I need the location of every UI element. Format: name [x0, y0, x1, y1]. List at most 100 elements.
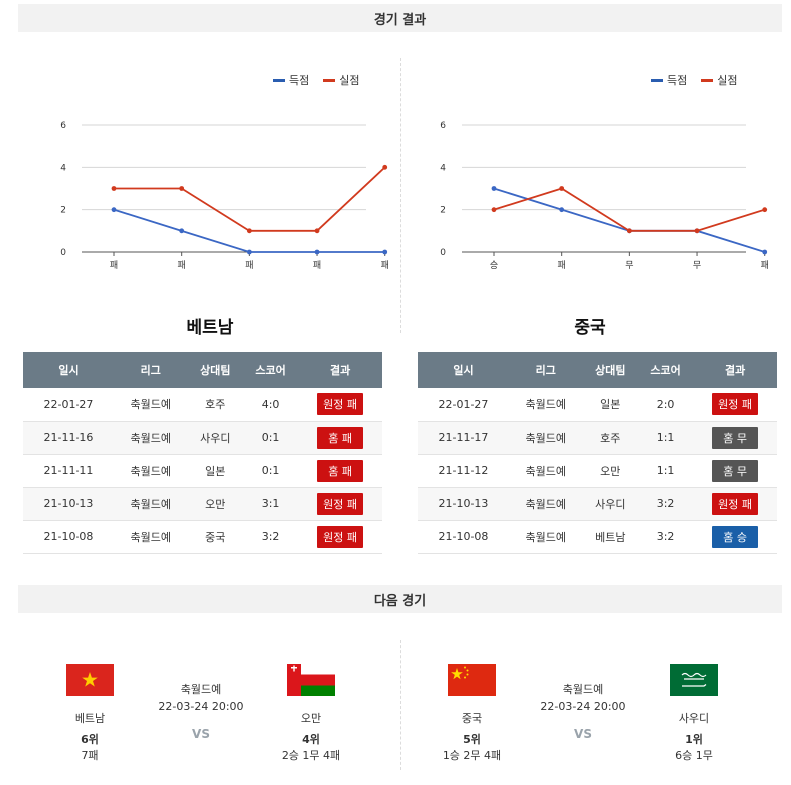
- china-flag-icon: [448, 664, 496, 696]
- data-point[interactable]: [111, 207, 117, 213]
- col-score: 스코어: [242, 352, 299, 388]
- match-league: 축월드예: [562, 683, 604, 696]
- team-rank: 1위: [685, 733, 703, 746]
- cell-score: 3:2: [637, 520, 694, 554]
- data-point[interactable]: [246, 228, 252, 234]
- x-tick-label: 패: [381, 260, 389, 271]
- table-row[interactable]: 21-10-13 축월드예 오만 3:1 원정 패: [23, 487, 382, 521]
- cell-result: 원정 패: [298, 487, 382, 521]
- table-row[interactable]: 21-10-08 축월드예 베트남 3:2 홈 승: [418, 520, 777, 554]
- data-point[interactable]: [111, 186, 117, 191]
- table-row[interactable]: 21-11-17 축월드예 호주 1:1 홈 무: [418, 421, 777, 455]
- table-row[interactable]: 22-01-27 축월드예 일본 2:0 원정 패: [418, 388, 777, 422]
- table-header-row: 일시 리그 상대팀 스코어 결과: [418, 352, 777, 388]
- table-row[interactable]: 21-11-16 축월드예 사우디 0:1 홈 패: [23, 421, 382, 455]
- table-row[interactable]: 21-11-12 축월드예 오만 1:1 홈 무: [418, 454, 777, 488]
- cell-opponent: 사우디: [187, 421, 243, 455]
- data-point[interactable]: [762, 207, 768, 213]
- table-row[interactable]: 21-10-13 축월드예 사우디 3:2 원정 패: [418, 487, 777, 521]
- cell-opponent: 호주: [582, 421, 638, 455]
- x-tick-label: 패: [178, 260, 186, 271]
- team-card-away[interactable]: 오만 4위 2승 1무 4패: [266, 664, 356, 763]
- col-opponent: 상대팀: [582, 352, 638, 388]
- cell-result: 원정 패: [298, 520, 382, 554]
- y-tick-label: 0: [60, 248, 66, 258]
- cell-result: 홈 무: [693, 421, 777, 455]
- data-point[interactable]: [626, 228, 632, 234]
- data-point[interactable]: [491, 207, 497, 213]
- cell-result: 원정 패: [693, 388, 777, 422]
- result-badge: 홈 패: [317, 459, 364, 482]
- cell-result: 원정 패: [298, 388, 382, 422]
- y-tick-label: 4: [440, 163, 446, 173]
- data-point[interactable]: [559, 186, 565, 191]
- results-table-vietnam: 일시 리그 상대팀 스코어 결과 22-01-27 축월드예 호주 4:0 원정 패 21…: [23, 352, 382, 554]
- legend-scored: 득점: [651, 72, 687, 88]
- cell-opponent: 사우디: [582, 487, 638, 521]
- cell-opponent: 오만: [582, 454, 638, 488]
- cell-date: 21-11-11: [23, 454, 114, 488]
- cell-date: 22-01-27: [23, 388, 114, 422]
- series-line-scored: [493, 187, 765, 253]
- results-table-china: 일시 리그 상대팀 스코어 결과 22-01-27 축월드예 일본 2:0 원정 패 21…: [418, 352, 777, 554]
- result-badge: 홈 무: [712, 459, 759, 482]
- team-name: 오만: [300, 712, 322, 725]
- result-badge: 홈 무: [712, 426, 759, 449]
- cell-result: 홈 승: [693, 520, 777, 554]
- cell-opponent: 호주: [187, 388, 243, 422]
- cell-score: 1:1: [637, 454, 694, 488]
- data-point[interactable]: [491, 186, 497, 191]
- cell-result: 홈 패: [298, 454, 382, 488]
- data-point[interactable]: [694, 228, 700, 234]
- team-record: 6승 1무: [675, 749, 713, 762]
- col-result: 결과: [298, 352, 382, 388]
- cell-league: 축월드예: [508, 520, 583, 554]
- match-info: 축월드예 22-03-24 20:00: [146, 681, 256, 713]
- cell-opponent: 일본: [582, 388, 638, 422]
- col-result: 결과: [693, 352, 777, 388]
- result-badge: 원정 패: [317, 492, 364, 515]
- y-tick-label: 0: [440, 248, 446, 258]
- cell-opponent: 일본: [187, 454, 243, 488]
- match-datetime: 22-03-24 20:00: [540, 700, 626, 713]
- data-point[interactable]: [179, 228, 185, 234]
- cell-result: 원정 패: [693, 487, 777, 521]
- team-rank: 6위: [81, 733, 99, 746]
- team-card-away[interactable]: 사우디 1위 6승 1무: [649, 664, 739, 763]
- result-badge: 원정 패: [712, 492, 759, 515]
- data-point[interactable]: [559, 207, 565, 213]
- cell-league: 축월드예: [508, 454, 583, 488]
- oman-flag-icon: [287, 664, 335, 696]
- col-date: 일시: [23, 352, 114, 388]
- table-row[interactable]: 21-10-08 축월드예 중국 3:2 원정 패: [23, 520, 382, 554]
- data-point[interactable]: [179, 186, 185, 191]
- chart-legend-right: 득점 실점: [643, 72, 738, 88]
- data-point[interactable]: [762, 249, 768, 255]
- team-card-home[interactable]: 베트남 6위 7패: [45, 664, 135, 763]
- data-point[interactable]: [314, 228, 320, 234]
- cell-date: 21-11-12: [418, 454, 509, 488]
- data-point[interactable]: [246, 249, 252, 255]
- x-tick-label: 패: [245, 260, 253, 271]
- match-league: 축월드예: [180, 683, 222, 696]
- team-name: 중국: [461, 712, 483, 725]
- cell-score: 2:0: [637, 388, 694, 422]
- cell-score: 1:1: [637, 421, 694, 455]
- team-name: 베트남: [74, 712, 106, 725]
- table-row[interactable]: 21-11-11 축월드예 일본 0:1 홈 패: [23, 454, 382, 488]
- data-point[interactable]: [314, 249, 320, 255]
- legend-conceded: 실점: [701, 72, 738, 88]
- team-card-home[interactable]: 중국 5위 1승 2무 4패: [427, 664, 517, 763]
- team-record: 1승 2무 4패: [442, 749, 502, 762]
- col-league: 리그: [508, 352, 583, 388]
- cell-league: 축월드예: [113, 487, 188, 521]
- chart-legend-left: 득점 실점: [265, 72, 360, 88]
- table-row[interactable]: 22-01-27 축월드예 호주 4:0 원정 패: [23, 388, 382, 422]
- data-point[interactable]: [382, 249, 388, 255]
- data-point[interactable]: [382, 164, 388, 170]
- team-name: 사우디: [678, 712, 710, 725]
- y-tick-label: 2: [60, 206, 66, 216]
- legend-conceded: 실점: [323, 72, 360, 88]
- team-record: 7패: [81, 749, 99, 762]
- cell-score: 3:2: [637, 487, 694, 521]
